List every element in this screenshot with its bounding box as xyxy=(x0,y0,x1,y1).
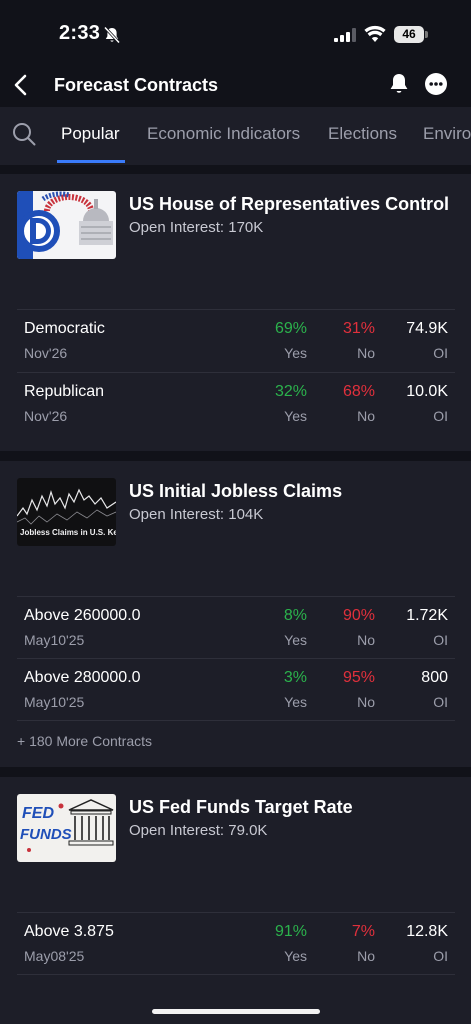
thumbnail-caption-funds: FUNDS xyxy=(20,826,72,843)
contract-row-above-3875[interactable]: Above 3.875 May08'25 91% Yes 7% No 12.8K… xyxy=(17,912,455,974)
market-open-interest: Open Interest: 170K xyxy=(129,219,264,236)
yes-label: Yes xyxy=(284,632,307,648)
yes-price: 32% xyxy=(274,383,307,400)
no-price: 68% xyxy=(342,383,375,400)
open-interest-value: 12.8K xyxy=(406,923,448,940)
yes-price: 91% xyxy=(274,923,307,940)
open-interest-value: 10.0K xyxy=(406,383,448,400)
thumbnail-caption-fed: FED xyxy=(22,805,54,822)
contract-row-republican[interactable]: Republican Nov'26 32% Yes 68% No 10.0K O… xyxy=(17,372,455,434)
open-interest-label: OI xyxy=(433,408,448,424)
status-bar: 2:33 46 xyxy=(0,0,471,66)
contract-date: May10'25 xyxy=(24,694,85,710)
page-title: Forecast Contracts xyxy=(54,75,219,95)
contract-date: Nov'26 xyxy=(24,408,68,424)
open-interest-value: 800 xyxy=(421,669,448,686)
contract-date: Nov'26 xyxy=(24,345,68,361)
no-price: 7% xyxy=(351,923,375,940)
contract-name: Above 260000.0 xyxy=(24,607,141,624)
contract-date: May10'25 xyxy=(24,632,85,648)
bell-slash-icon xyxy=(103,26,121,44)
tab-elections[interactable]: Elections xyxy=(328,124,397,144)
home-indicator[interactable] xyxy=(152,1009,320,1014)
yes-label: Yes xyxy=(284,345,307,361)
yes-label: Yes xyxy=(284,408,307,424)
contract-name: Above 280000.0 xyxy=(24,669,141,686)
market-card-house-control[interactable]: US House of Representatives Control Open… xyxy=(0,174,471,451)
no-label: No xyxy=(357,408,375,424)
market-card-jobless-claims[interactable]: Jobless Claims in U.S. Ke US Initial Job… xyxy=(0,461,471,767)
more-contracts-link[interactable]: + 180 More Contracts xyxy=(17,733,152,749)
yes-label: Yes xyxy=(284,694,307,710)
open-interest-label: OI xyxy=(433,948,448,964)
battery-level: 46 xyxy=(394,26,424,43)
yes-price: 69% xyxy=(274,320,307,337)
search-icon[interactable] xyxy=(12,122,36,146)
wifi-icon xyxy=(364,25,386,42)
open-interest-label: OI xyxy=(433,345,448,361)
thumbnail-caption: Jobless Claims in U.S. Ke xyxy=(20,528,116,537)
contract-row-above-260000[interactable]: Above 260000.0 May10'25 8% Yes 90% No 1.… xyxy=(17,596,455,658)
active-tab-indicator xyxy=(57,160,125,163)
more-options-icon[interactable] xyxy=(425,73,447,95)
open-interest-label: OI xyxy=(433,632,448,648)
contract-row-above-280000[interactable]: Above 280000.0 May10'25 3% Yes 95% No 80… xyxy=(17,658,455,720)
contract-date: May08'25 xyxy=(24,948,85,964)
yes-price: 8% xyxy=(283,607,307,624)
yes-price: 3% xyxy=(283,669,307,686)
battery-indicator: 46 xyxy=(394,26,428,43)
market-open-interest: Open Interest: 104K xyxy=(129,506,264,523)
no-label: No xyxy=(357,694,375,710)
yes-label: Yes xyxy=(284,948,307,964)
house-control-thumbnail xyxy=(17,191,116,259)
contract-name: Above 3.875 xyxy=(24,923,114,940)
contract-name: Democratic xyxy=(24,320,105,337)
fed-funds-thumbnail: FED FUNDS xyxy=(17,794,116,862)
cellular-signal-icon xyxy=(334,28,356,42)
no-price: 90% xyxy=(342,607,375,624)
open-interest-label: OI xyxy=(433,694,448,710)
no-label: No xyxy=(357,632,375,648)
row-divider xyxy=(17,974,455,975)
contract-name: Republican xyxy=(24,383,105,400)
contract-row-democratic[interactable]: Democratic Nov'26 69% Yes 31% No 74.9K O… xyxy=(17,309,455,371)
open-interest-value: 1.72K xyxy=(406,607,448,624)
tab-economic-indicators[interactable]: Economic Indicators xyxy=(147,124,300,144)
notification-bell-icon[interactable] xyxy=(388,72,410,96)
back-chevron-icon[interactable] xyxy=(12,73,30,97)
row-divider xyxy=(17,720,455,721)
market-title: US Initial Jobless Claims xyxy=(129,481,343,501)
category-tabs: Popular Economic Indicators Elections En… xyxy=(0,107,471,165)
tab-environment[interactable]: Enviro xyxy=(423,124,471,144)
market-open-interest: Open Interest: 79.0K xyxy=(129,822,268,839)
no-price: 95% xyxy=(342,669,375,686)
open-interest-value: 74.9K xyxy=(406,320,448,337)
status-time: 2:33 xyxy=(59,22,101,44)
no-label: No xyxy=(357,948,375,964)
market-title: US Fed Funds Target Rate xyxy=(129,797,353,817)
nav-bar: Forecast Contracts xyxy=(0,66,471,106)
no-label: No xyxy=(357,345,375,361)
tab-popular[interactable]: Popular xyxy=(61,124,120,144)
no-price: 31% xyxy=(342,320,375,337)
jobless-claims-thumbnail: Jobless Claims in U.S. Ke xyxy=(17,478,116,546)
market-title: US House of Representatives Control xyxy=(129,194,450,214)
market-card-fed-funds[interactable]: FED FUNDS US Fed Funds Target Rate Open … xyxy=(0,777,471,1024)
